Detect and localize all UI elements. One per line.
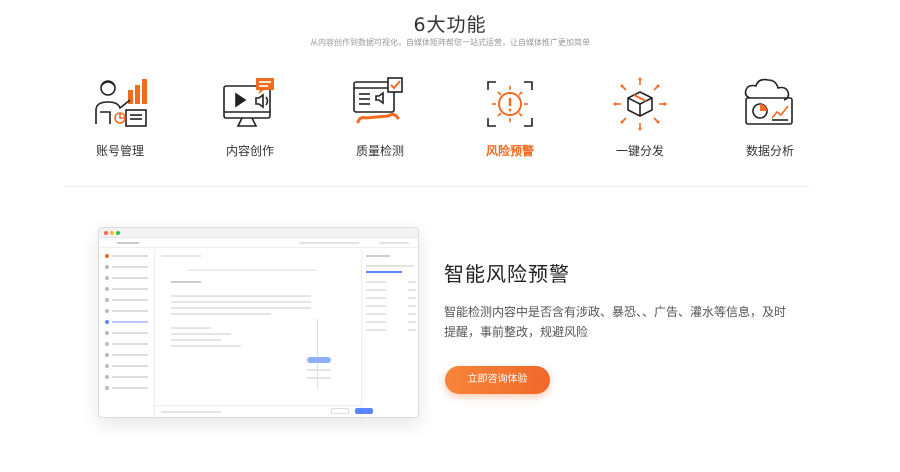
product-screenshot [98, 227, 419, 418]
section-divider [64, 186, 809, 187]
feature-title: 智能风险预警 [444, 262, 570, 286]
account-manager-icon [88, 74, 152, 134]
content-monitor-icon [218, 74, 282, 134]
distribution-box-icon [608, 74, 672, 134]
feature-tab-data[interactable]: 数据分析 [705, 74, 835, 164]
feature-tab-content[interactable]: 内容创作 [185, 74, 315, 164]
app-footer [155, 405, 373, 417]
feature-tabs: 账号管理 内容创作 质量检测 风险预警 一键分发 数据分析 [55, 74, 835, 164]
window-titlebar [99, 228, 418, 238]
feature-tab-account[interactable]: 账号管理 [55, 74, 185, 164]
consult-button[interactable]: 立即咨询体验 [445, 366, 550, 394]
app-editor [157, 249, 357, 405]
app-sidebar [99, 249, 155, 417]
feature-label: 账号管理 [95, 144, 144, 158]
feature-label: 质量检测 [355, 144, 404, 158]
data-analysis-icon [738, 74, 802, 134]
risk-warning-icon [478, 74, 542, 134]
feature-label: 一键分发 [615, 144, 664, 158]
feature-description: 智能检测内容中是否含有涉政、暴恐、、广告、灌水等信息，及时提醒，事前整改，规避风… [444, 305, 787, 339]
section-title: 6大功能 [413, 14, 487, 36]
feature-label: 风险预警 [485, 144, 534, 158]
quality-check-icon [348, 74, 412, 134]
app-topbar [99, 238, 418, 248]
app-risk-panel [361, 249, 418, 417]
feature-label: 数据分析 [745, 144, 794, 158]
feature-tab-risk[interactable]: 风险预警 [445, 74, 575, 164]
section-subtitle: 从内容创作到数据可视化，自媒体矩阵帮您一站式运营，让自媒体推广更加简单 [310, 38, 590, 47]
feature-tab-quality[interactable]: 质量检测 [315, 74, 445, 164]
feature-tab-distribute[interactable]: 一键分发 [575, 74, 705, 164]
feature-label: 内容创作 [225, 144, 274, 158]
